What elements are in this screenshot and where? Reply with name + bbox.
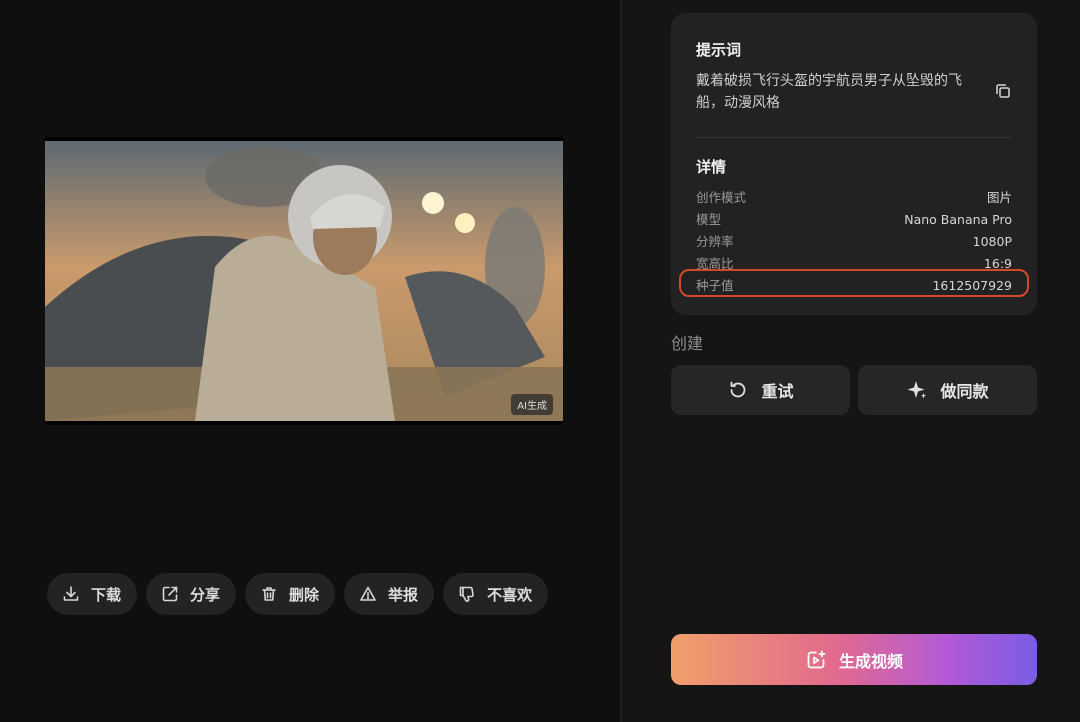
make-same-label: 做同款 [940, 382, 989, 401]
trash-icon [262, 587, 276, 601]
left-pane: AI生成 下载 分享 删除 举报 不喜欢 [0, 0, 620, 722]
detail-row-model: 模型 Nano Banana Pro [696, 209, 1012, 231]
ai-generated-badge: AI生成 [511, 394, 553, 415]
detail-value: 图片 [986, 190, 1012, 205]
details-title: 详情 [696, 158, 727, 176]
retry-button[interactable]: 重试 [671, 365, 850, 415]
retry-label: 重试 [761, 382, 794, 401]
detail-row-aspect-ratio: 宽高比 16:9 [696, 253, 1012, 275]
detail-value: 1080P [972, 234, 1012, 249]
report-label: 举报 [388, 585, 419, 604]
generate-video-label: 生成视频 [838, 651, 903, 671]
prompt-title: 提示词 [696, 41, 742, 59]
download-icon [63, 586, 79, 601]
dislike-label: 不喜欢 [487, 585, 533, 604]
prompt-text: 戴着破损飞行头盔的宇航员男子从坠毁的飞船，动漫风格 [696, 73, 962, 111]
detail-key: 分辨率 [696, 234, 734, 249]
detail-key: 创作模式 [696, 190, 747, 205]
detail-key: 宽高比 [696, 256, 734, 271]
share-icon [162, 586, 178, 602]
delete-button[interactable]: 删除 [245, 573, 336, 615]
copy-icon[interactable] [994, 82, 1012, 100]
warning-icon [360, 586, 376, 601]
section-divider [696, 137, 1012, 138]
retry-icon [731, 381, 746, 398]
download-label: 下载 [91, 585, 122, 604]
image-illustration [45, 137, 563, 425]
video-play-icon [807, 650, 826, 668]
share-button[interactable]: 分享 [146, 573, 237, 615]
delete-label: 删除 [289, 585, 320, 604]
detail-value: 16:9 [983, 256, 1012, 271]
generate-video-button[interactable]: 生成视频 [671, 634, 1037, 685]
detail-row-resolution: 分辨率 1080P [696, 231, 1012, 253]
detail-value: 1612507929 [932, 278, 1012, 293]
dislike-button[interactable]: 不喜欢 [443, 573, 549, 615]
detail-row-mode: 创作模式 图片 [696, 187, 1012, 209]
share-label: 分享 [190, 585, 221, 604]
detail-key: 模型 [696, 212, 722, 227]
image-action-bar: 下载 分享 删除 举报 不喜欢 [47, 573, 549, 615]
thumbs-down-icon [459, 586, 474, 602]
info-card: 提示词 戴着破损飞行头盔的宇航员男子从坠毁的飞船，动漫风格 详情 创作模式 图片… [671, 13, 1037, 315]
right-pane: 提示词 戴着破损飞行头盔的宇航员男子从坠毁的飞船，动漫风格 详情 创作模式 图片… [622, 0, 1080, 722]
generated-image[interactable]: AI生成 [45, 137, 563, 425]
detail-row-seed: 种子值 1612507929 [696, 275, 1012, 297]
sparkle-icon [907, 381, 927, 399]
report-button[interactable]: 举报 [344, 573, 435, 615]
detail-key: 种子值 [696, 278, 734, 293]
detail-value: Nano Banana Pro [904, 212, 1012, 227]
make-same-button[interactable]: 做同款 [858, 365, 1037, 415]
download-button[interactable]: 下载 [47, 573, 138, 615]
create-section-label: 创建 [671, 334, 704, 353]
